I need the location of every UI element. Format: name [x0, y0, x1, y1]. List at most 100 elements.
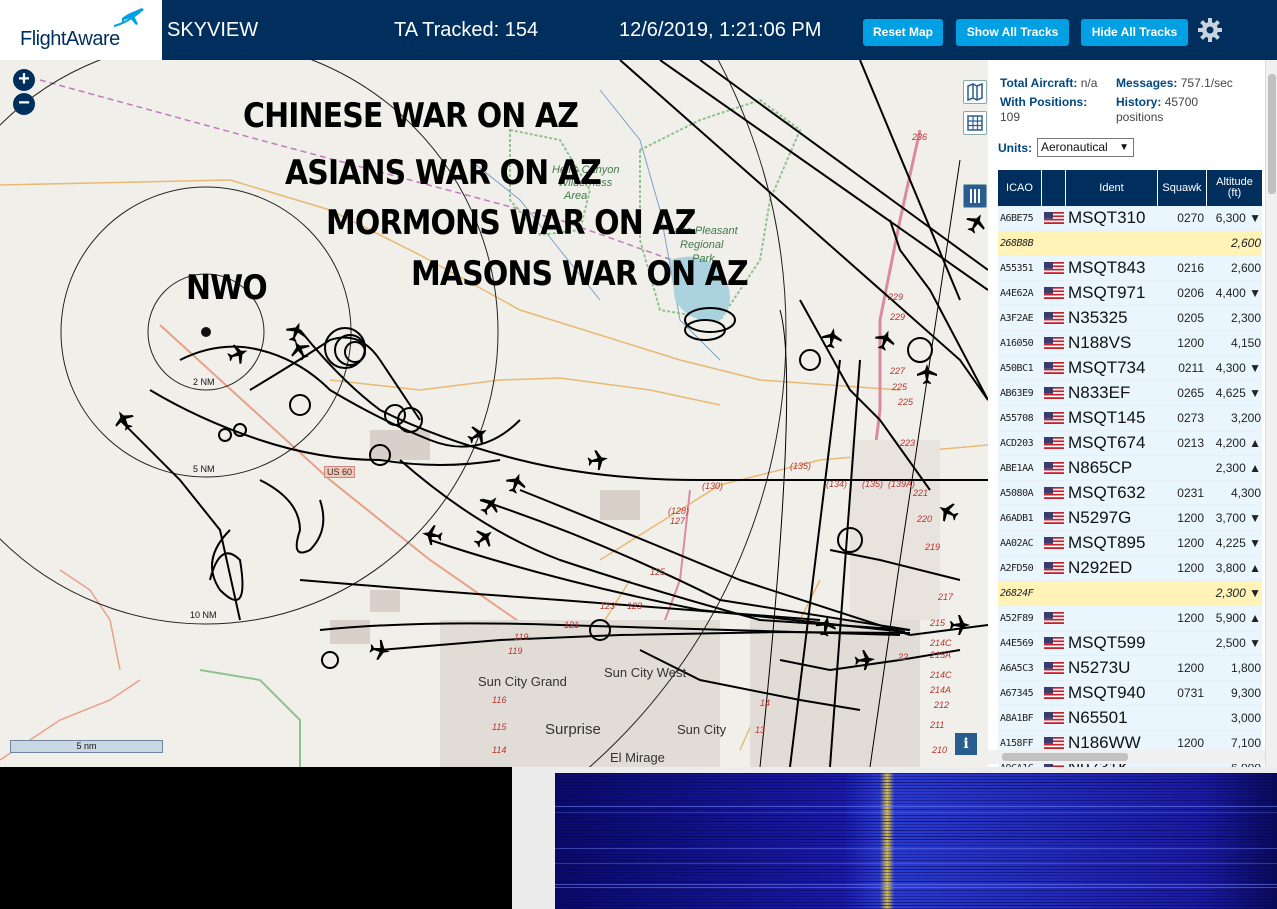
table-row[interactable]: A6A5C3 N5273U 1200 1,800 [998, 656, 1262, 681]
map-layers-button[interactable] [963, 80, 987, 104]
table-row[interactable]: ACD203 MSQT674 0213 4,200 ▲ [998, 431, 1262, 456]
icao-cell: A55351 [1000, 262, 1034, 274]
waterfall-line [555, 782, 1277, 783]
altitude-cell: 4,300 [1230, 486, 1261, 500]
icao-cell: ABE1AA [1000, 462, 1034, 474]
road-label: (135) [790, 461, 812, 471]
ident-cell: MSQT310 [1068, 208, 1146, 227]
road-label: 225 [892, 382, 908, 392]
road-label: 121 [564, 620, 580, 630]
flag-cell [1042, 562, 1066, 574]
altitude-cell: 4,400 ▼ [1215, 286, 1261, 300]
zoom-out-button[interactable]: − [13, 93, 35, 115]
table-row[interactable]: A50BC1 MSQT734 0211 4,300 ▼ [998, 356, 1262, 381]
road-label: 227 [890, 366, 906, 376]
info-button[interactable]: i [955, 733, 977, 755]
altitude-cell: 1,800 [1230, 661, 1261, 675]
road-label: 229 [890, 312, 906, 322]
history-label: History: [1116, 95, 1162, 109]
table-row[interactable]: A2FD50 N292ED 1200 3,800 ▲ [998, 556, 1262, 581]
us-flag-icon [1044, 387, 1064, 399]
table-row[interactable]: A16050 N188VS 1200 4,150 [998, 331, 1262, 356]
total-aircraft-label: Total Aircraft: [1000, 76, 1078, 90]
show-all-tracks-button[interactable]: Show All Tracks [956, 19, 1069, 46]
flag-cell [1042, 537, 1066, 549]
col-squawk[interactable]: Squawk [1158, 170, 1207, 206]
us-flag-icon [1044, 462, 1064, 474]
dropdown-arrow-icon: ▼ [1119, 142, 1129, 153]
scroll-thumb[interactable] [1002, 753, 1128, 761]
sidebar-horizontal-scrollbar[interactable] [988, 750, 1265, 764]
table-row[interactable]: A52F89 1200 5,900 ▲ [998, 606, 1262, 631]
icao-cell: A16050 [1000, 337, 1034, 349]
us-flag-icon [1044, 512, 1064, 524]
sidebar-vertical-scrollbar[interactable] [1265, 60, 1277, 767]
grid-button[interactable] [963, 111, 987, 135]
road-label: 119 [514, 632, 529, 642]
table-row[interactable]: A4E569 MSQT599 2,500 ▼ [998, 631, 1262, 656]
altitude-cell: 5,900 ▲ [1215, 611, 1261, 625]
waterfall-line [555, 833, 1277, 834]
scroll-thumb[interactable] [1268, 74, 1276, 194]
altitude-cell: 3,800 ▲ [1215, 561, 1261, 575]
ident-cell: MSQT843 [1068, 258, 1146, 277]
col-icao[interactable]: ICAO [998, 170, 1042, 206]
squawk-cell: 1200 [1177, 561, 1204, 575]
zoom-in-button[interactable]: + [13, 69, 35, 91]
table-row[interactable]: A3F2AE N35325 0205 2,300 [998, 306, 1262, 331]
col-flag[interactable] [1042, 170, 1066, 206]
road-label: 22 [898, 652, 909, 662]
table-row[interactable]: A67345 MSQT940 0731 9,300 [998, 681, 1262, 706]
toggle-sidebar-button[interactable] [963, 184, 987, 208]
table-row[interactable]: A5080A MSQT632 0231 4,300 [998, 481, 1262, 506]
reset-map-button[interactable]: Reset Map [863, 19, 943, 46]
col-altitude[interactable]: Altitude (ft) [1207, 170, 1262, 206]
waterfall-line [555, 779, 1277, 780]
units-select[interactable]: Aeronautical ▼ [1037, 138, 1134, 157]
waterfall-line [555, 809, 1277, 810]
grid-icon [967, 115, 983, 131]
flightaware-logo[interactable]: FlightAware [0, 0, 162, 60]
table-row[interactable]: A8A1BF N65501 3,000 [998, 706, 1262, 731]
squawk-cell: 0231 [1177, 486, 1204, 500]
table-row[interactable]: A6BE75 MSQT310 0270 6,300 ▼ [998, 206, 1262, 231]
map-view[interactable]: + − 2 NM 5 NM 10 NM Hell's Canyon Wilder… [0, 60, 988, 767]
table-row[interactable]: AB63E9 N833EF 0265 4,625 ▼ [998, 381, 1262, 406]
table-row[interactable]: A6ADB1 N5297G 1200 3,700 ▼ [998, 506, 1262, 531]
road-label: 229 [888, 292, 904, 302]
spectrum-waterfall [555, 773, 1277, 909]
place-sun-city: Sun City [677, 722, 727, 737]
icao-cell: A4E62A [1000, 287, 1034, 299]
app-name: SKYVIEW [167, 19, 259, 41]
road-label: (139A) [888, 479, 916, 489]
us-flag-icon [1044, 437, 1064, 449]
top-bar: FlightAware SKYVIEW TA Tracked: 154 12/6… [0, 0, 1277, 60]
col-ident[interactable]: Ident [1066, 170, 1158, 206]
altitude-cell: 2,600 [1230, 236, 1261, 250]
squawk-cell: 0273 [1177, 411, 1204, 425]
table-row[interactable]: A55708 MSQT145 0273 3,200 [998, 406, 1262, 431]
altitude-cell: 2,600 [1230, 261, 1261, 275]
hide-all-tracks-button[interactable]: Hide All Tracks [1081, 19, 1188, 46]
table-row[interactable]: A55351 MSQT843 0216 2,600 [998, 256, 1262, 281]
waterfall-line [555, 827, 1277, 828]
columns-icon [970, 189, 980, 203]
table-row[interactable]: A4E62A MSQT971 0206 4,400 ▼ [998, 281, 1262, 306]
ident-cell: N833EF [1068, 383, 1131, 402]
table-row[interactable]: 26824F 2,300 ▼ [998, 581, 1262, 606]
road-label: 125 [650, 567, 666, 577]
gear-icon[interactable] [1197, 17, 1223, 43]
icao-cell: A6A5C3 [1000, 662, 1034, 674]
table-row[interactable]: 268B8B 2,600 [998, 231, 1262, 256]
table-row[interactable]: AA02AC MSQT895 1200 4,225 ▼ [998, 531, 1262, 556]
flag-cell [1042, 362, 1066, 374]
flag-cell [1042, 337, 1066, 349]
flag-cell [1042, 712, 1066, 724]
flag-cell [1042, 612, 1066, 624]
altitude-cell: 4,225 ▼ [1215, 536, 1261, 550]
ident-cell: MSQT674 [1068, 433, 1146, 452]
table-row[interactable]: ABE1AA N865CP 2,300 ▲ [998, 456, 1262, 481]
waterfall-line [555, 812, 1277, 813]
altitude-cell: 3,000 [1230, 711, 1261, 725]
squawk-cell: 1200 [1177, 511, 1204, 525]
